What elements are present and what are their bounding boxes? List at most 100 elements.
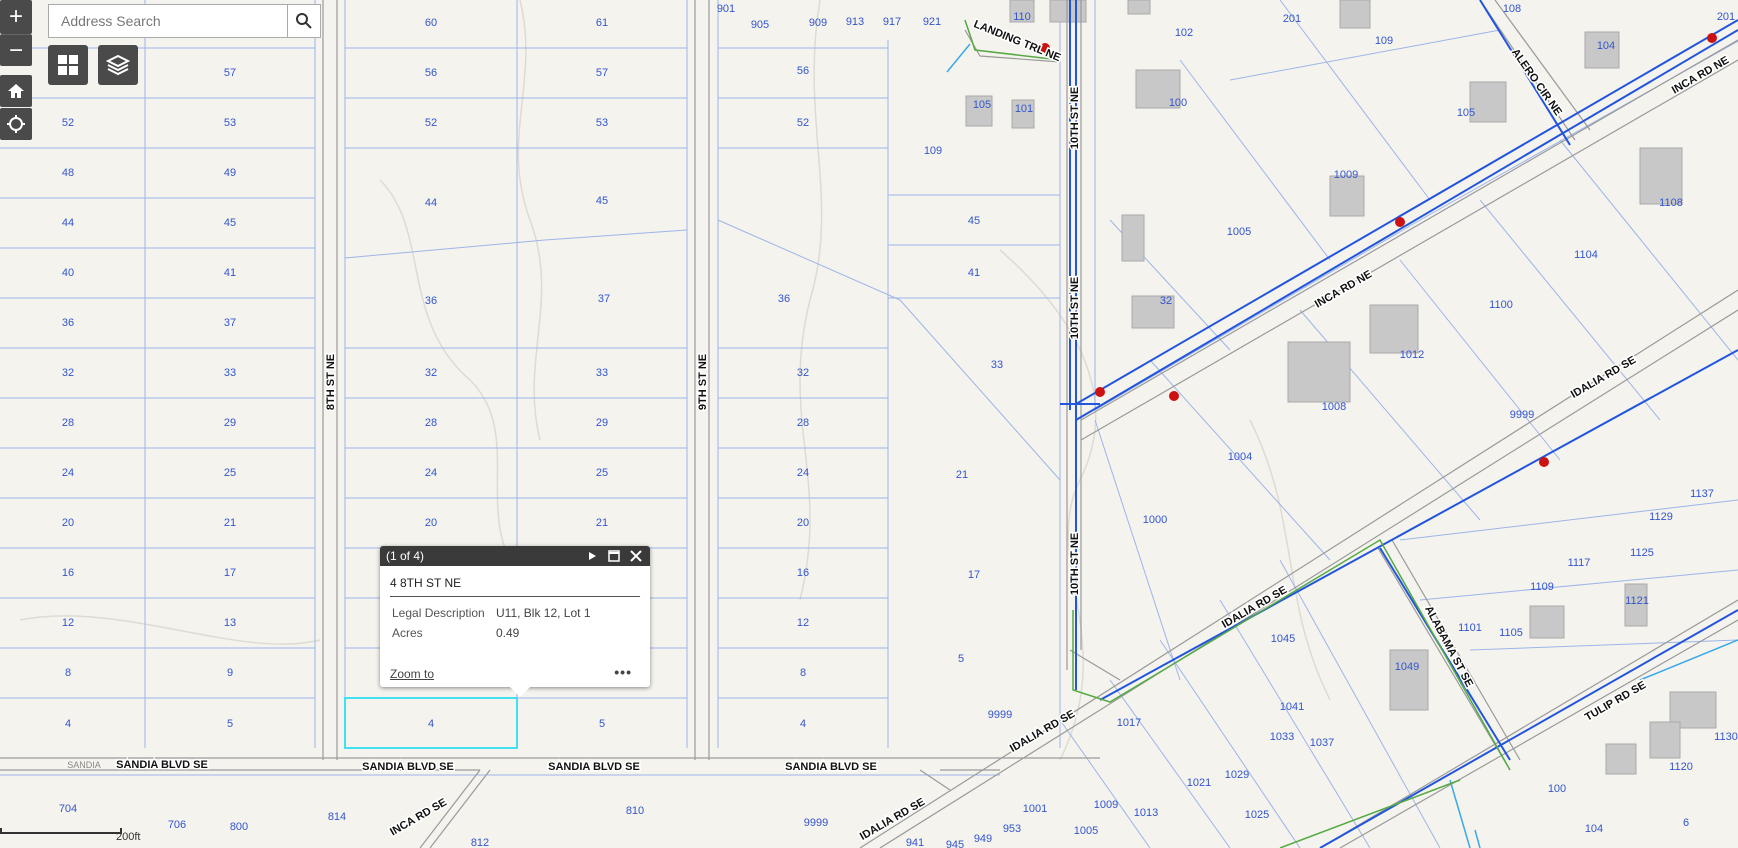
street-label-10th-st-c: 10TH ST NE (1069, 533, 1081, 595)
zoom-to-link[interactable]: Zoom to (390, 667, 434, 681)
lot-label: 1109 (1530, 581, 1554, 593)
home-button[interactable] (0, 75, 32, 107)
popup-next-button[interactable] (584, 548, 600, 564)
lot-label: 704 (59, 803, 77, 815)
parcel-popup: (1 of 4) 4 8TH ST NE Legal Description U… (380, 546, 650, 697)
lot-label: 4 (800, 718, 806, 730)
lot-label: 1001 (1023, 803, 1047, 815)
lot-label: 21 (224, 517, 236, 529)
lot-label: 52 (797, 117, 809, 129)
lot-label: 56 (425, 67, 437, 79)
lot-label: 21 (956, 469, 968, 481)
lot-label: 4 (65, 718, 71, 730)
lot-label: 1008 (1322, 401, 1346, 413)
lot-label: 901 (717, 3, 735, 15)
lot-label: 1037 (1310, 737, 1334, 749)
lot-label: 49 (224, 167, 236, 179)
lot-label: 110 (1013, 11, 1031, 23)
lot-label: 1021 (1187, 777, 1211, 789)
zoom-out-button[interactable]: − (0, 34, 32, 66)
lot-label: 25 (596, 467, 608, 479)
popup-maximize-button[interactable] (606, 548, 622, 564)
lot-label: 4 (428, 718, 434, 730)
lot-label: 1129 (1649, 511, 1673, 523)
layers-icon (106, 54, 130, 76)
lot-label: 32 (425, 367, 437, 379)
lot-label: 44 (62, 217, 74, 229)
popup-row: Acres 0.49 (390, 624, 593, 644)
lot-label: 1105 (1499, 627, 1523, 639)
lot-label: 1005 (1074, 825, 1098, 837)
lot-label: 52 (425, 117, 437, 129)
lot-label: 949 (974, 833, 992, 845)
zoom-in-icon: + (8, 3, 23, 30)
popup-row: Legal Description U11, Blk 12, Lot 1 (390, 604, 593, 624)
lot-label: 1025 (1245, 809, 1269, 821)
lot-label: 1005 (1227, 226, 1251, 238)
lot-label: 12 (797, 617, 809, 629)
popup-title: 4 8TH ST NE (390, 576, 462, 590)
street-label-10th-st-a: 10TH ST NE (1069, 87, 1081, 149)
lot-label: 37 (224, 317, 236, 329)
popup-pointer (510, 687, 530, 697)
lot-label: 45 (224, 217, 236, 229)
lot-label: 953 (1003, 823, 1021, 835)
lot-label: 913 (846, 16, 864, 28)
lot-label: 9999 (804, 817, 828, 829)
lot-label: 32 (1160, 295, 1172, 307)
layers-button[interactable] (98, 45, 138, 85)
lot-label: 814 (328, 811, 346, 823)
lot-label: 1137 (1690, 488, 1714, 500)
more-actions-button[interactable]: ••• (614, 664, 632, 680)
popup-attributes: Legal Description U11, Blk 12, Lot 1 Acr… (390, 604, 593, 644)
lot-label: 17 (224, 567, 236, 579)
locate-button[interactable] (0, 108, 32, 140)
lot-label: 921 (923, 16, 941, 28)
popup-header: (1 of 4) (380, 546, 650, 566)
lot-label: 1000 (1143, 514, 1167, 526)
lot-label: 57 (224, 67, 236, 79)
lot-label: 28 (62, 417, 74, 429)
lot-label: 24 (425, 467, 437, 479)
street-label-8th-st: 8TH ST NE (325, 354, 337, 410)
lot-label: 9999 (1510, 409, 1534, 421)
lot-label: 1108 (1659, 197, 1683, 209)
home-icon (8, 84, 24, 98)
lot-label: 41 (968, 267, 980, 279)
map-background (0, 0, 1738, 848)
popup-close-button[interactable] (628, 548, 644, 564)
lot-label: 16 (62, 567, 74, 579)
lot-label: 706 (168, 819, 186, 831)
close-icon (630, 550, 642, 562)
lot-label: 44 (425, 197, 437, 209)
lot-label: 201 (1283, 13, 1301, 25)
zoom-in-button[interactable]: + (0, 0, 32, 34)
lot-label: 1029 (1225, 769, 1249, 781)
lot-label: 1009 (1094, 799, 1118, 811)
lot-label: 941 (906, 837, 924, 848)
scale-bar: 200ft (0, 828, 140, 848)
lot-label: 8 (800, 667, 806, 679)
lot-label: 29 (224, 417, 236, 429)
lot-label: 5 (227, 718, 233, 730)
basemap-gallery-button[interactable] (48, 45, 88, 85)
search-input[interactable] (49, 5, 289, 37)
lot-label: 13 (224, 617, 236, 629)
lot-label: 52 (62, 117, 74, 129)
attribute-value: U11, Blk 12, Lot 1 (496, 606, 591, 620)
lot-label: 1130 (1714, 731, 1738, 743)
scale-bar-label: 200ft (116, 831, 141, 843)
lot-label: 36 (62, 317, 74, 329)
lot-label: 109 (1375, 35, 1393, 47)
lot-label: 33 (596, 367, 608, 379)
lot-label: 1121 (1625, 595, 1649, 607)
lot-label: 1100 (1489, 299, 1513, 311)
lot-label: 28 (425, 417, 437, 429)
lot-label: 100 (1169, 97, 1187, 109)
lot-label: 909 (809, 17, 827, 29)
lot-label: 24 (797, 467, 809, 479)
search-button[interactable] (287, 5, 320, 37)
lot-label: 108 (1503, 3, 1521, 15)
parcel-map[interactable]: 60 61 57 56 57 56 52 53 52 53 52 48 49 4… (0, 0, 1738, 848)
lot-label: 102 (1175, 27, 1193, 39)
